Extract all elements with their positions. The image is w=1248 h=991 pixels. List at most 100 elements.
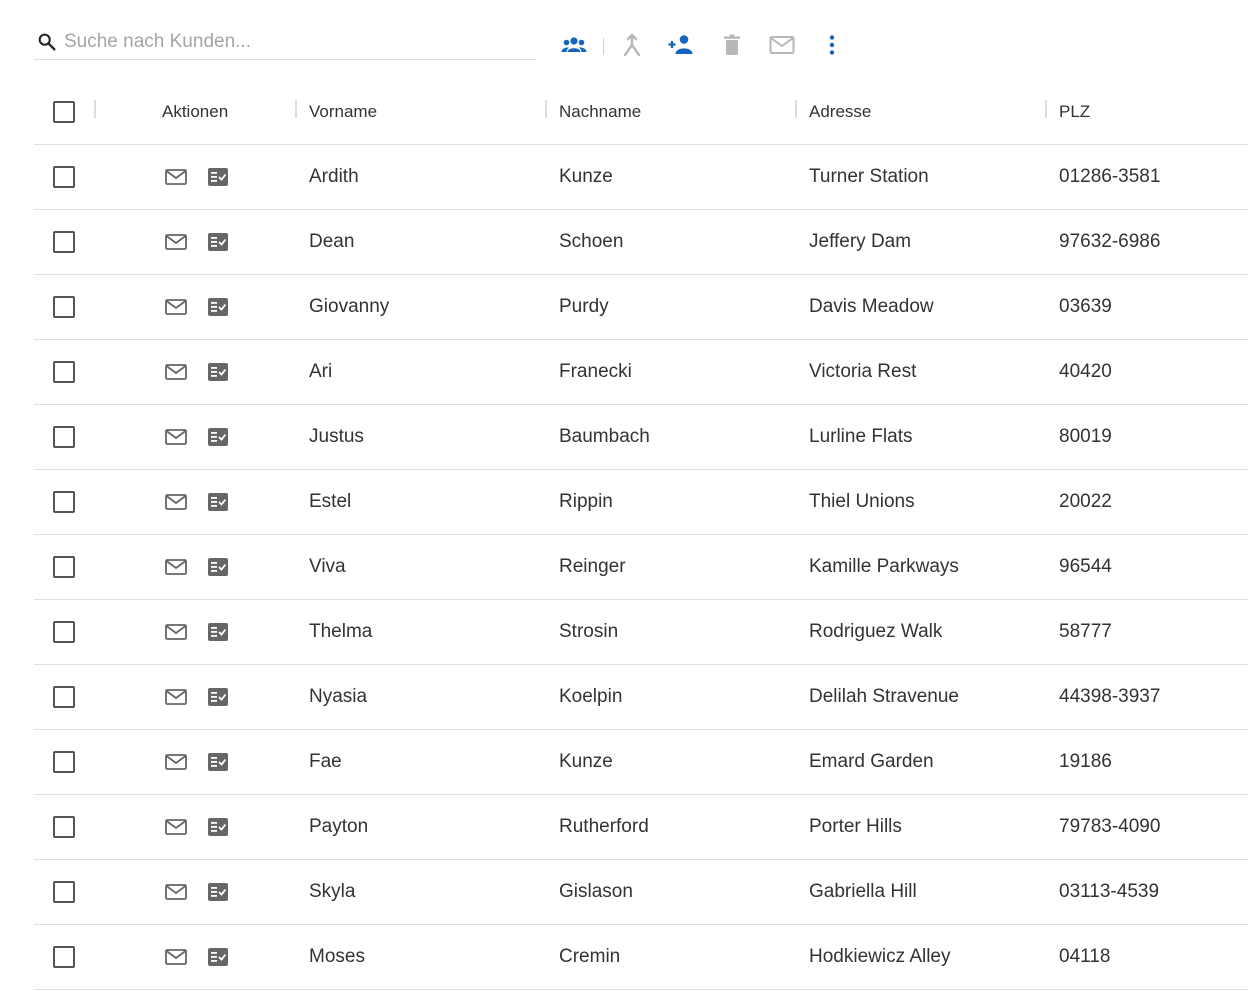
cell-adresse: Thiel Unions bbox=[809, 491, 915, 512]
send-mail-icon[interactable] bbox=[164, 555, 188, 579]
add-customer-button[interactable] bbox=[664, 30, 698, 60]
task-list-icon[interactable] bbox=[206, 880, 230, 904]
send-mail-icon[interactable] bbox=[164, 620, 188, 644]
cell-vorname: Ari bbox=[309, 361, 333, 382]
task-list-icon[interactable] bbox=[206, 360, 230, 384]
task-list-icon[interactable] bbox=[206, 295, 230, 319]
task-list-icon[interactable] bbox=[206, 945, 230, 969]
table-row[interactable]: Skyla Gislason Gabriella Hill 03113-4539 bbox=[34, 860, 1248, 925]
table-row[interactable]: Dean Schoen Jeffery Dam 97632-6986 bbox=[34, 210, 1248, 275]
cell-plz: 01286-3581 bbox=[1059, 166, 1161, 187]
cell-adresse: Kamille Parkways bbox=[809, 556, 959, 577]
delete-icon bbox=[724, 34, 740, 55]
column-header-adresse[interactable]: Adresse bbox=[809, 80, 871, 144]
select-all-checkbox[interactable] bbox=[53, 101, 75, 123]
table-row[interactable]: Ari Franecki Victoria Rest 40420 bbox=[34, 340, 1248, 405]
task-list-icon[interactable] bbox=[206, 555, 230, 579]
row-checkbox[interactable] bbox=[53, 231, 75, 253]
cell-adresse: Victoria Rest bbox=[809, 361, 917, 382]
group-button[interactable] bbox=[557, 30, 591, 60]
cell-vorname: Estel bbox=[309, 491, 352, 512]
cell-adresse: Gabriella Hill bbox=[809, 881, 917, 902]
cell-nachname: Schoen bbox=[559, 231, 624, 252]
send-mail-icon[interactable] bbox=[164, 490, 188, 514]
row-checkbox[interactable] bbox=[53, 556, 75, 578]
row-checkbox[interactable] bbox=[53, 946, 75, 968]
row-checkbox[interactable] bbox=[53, 881, 75, 903]
row-checkbox[interactable] bbox=[53, 296, 75, 318]
send-mail-icon[interactable] bbox=[164, 815, 188, 839]
row-actions bbox=[164, 210, 248, 274]
column-header-aktionen[interactable]: Aktionen bbox=[162, 80, 228, 144]
send-mail-icon[interactable] bbox=[164, 945, 188, 969]
send-mail-icon[interactable] bbox=[164, 880, 188, 904]
more-button[interactable] bbox=[815, 30, 849, 60]
table-row[interactable]: Giovanny Purdy Davis Meadow 03639 bbox=[34, 275, 1248, 340]
row-checkbox[interactable] bbox=[53, 816, 75, 838]
cell-adresse: Jeffery Dam bbox=[809, 231, 912, 252]
task-list-icon[interactable] bbox=[206, 425, 230, 449]
table-row[interactable]: Justus Baumbach Lurline Flats 80019 bbox=[34, 405, 1248, 470]
search-input[interactable] bbox=[64, 30, 504, 53]
row-actions bbox=[164, 925, 248, 989]
row-checkbox[interactable] bbox=[53, 686, 75, 708]
delete-button[interactable] bbox=[715, 30, 749, 60]
table-row[interactable]: Moses Cremin Hodkiewicz Alley 04118 bbox=[34, 925, 1248, 990]
task-list-icon[interactable] bbox=[206, 685, 230, 709]
toolbar-divider bbox=[603, 38, 604, 55]
row-checkbox[interactable] bbox=[53, 361, 75, 383]
task-list-icon[interactable] bbox=[206, 620, 230, 644]
cell-adresse: Delilah Stravenue bbox=[809, 686, 959, 707]
cell-vorname: Moses bbox=[309, 946, 365, 967]
column-header-vorname[interactable]: Vorname bbox=[309, 80, 377, 144]
send-mail-icon[interactable] bbox=[164, 230, 188, 254]
mail-button[interactable] bbox=[765, 30, 799, 60]
column-separator[interactable] bbox=[295, 100, 297, 118]
row-checkbox[interactable] bbox=[53, 166, 75, 188]
column-separator[interactable] bbox=[1045, 100, 1047, 118]
column-separator[interactable] bbox=[94, 100, 96, 118]
table-row[interactable]: Viva Reinger Kamille Parkways 96544 bbox=[34, 535, 1248, 600]
cell-adresse: Hodkiewicz Alley bbox=[809, 946, 951, 967]
merge-button[interactable] bbox=[615, 30, 649, 60]
task-list-icon[interactable] bbox=[206, 750, 230, 774]
table-row[interactable]: Thelma Strosin Rodriguez Walk 58777 bbox=[34, 600, 1248, 665]
table-row[interactable]: Ardith Kunze Turner Station 01286-3581 bbox=[34, 145, 1248, 210]
send-mail-icon[interactable] bbox=[164, 295, 188, 319]
cell-vorname: Ardith bbox=[309, 166, 359, 187]
table-row[interactable]: Nyasia Koelpin Delilah Stravenue 44398-3937 bbox=[34, 665, 1248, 730]
task-list-icon[interactable] bbox=[206, 230, 230, 254]
group-icon bbox=[561, 37, 587, 52]
row-actions bbox=[164, 860, 248, 924]
column-header-plz[interactable]: PLZ bbox=[1059, 80, 1090, 144]
send-mail-icon[interactable] bbox=[164, 360, 188, 384]
cell-plz: 58777 bbox=[1059, 621, 1112, 642]
send-mail-icon[interactable] bbox=[164, 165, 188, 189]
row-checkbox[interactable] bbox=[53, 491, 75, 513]
table-row[interactable]: Payton Rutherford Porter Hills 79783-4090 bbox=[34, 795, 1248, 860]
cell-nachname: Rutherford bbox=[559, 816, 649, 837]
table-row[interactable]: Estel Rippin Thiel Unions 20022 bbox=[34, 470, 1248, 535]
row-checkbox[interactable] bbox=[53, 621, 75, 643]
cell-nachname: Franecki bbox=[559, 361, 632, 382]
cell-nachname: Strosin bbox=[559, 621, 619, 642]
task-list-icon[interactable] bbox=[206, 815, 230, 839]
send-mail-icon[interactable] bbox=[164, 685, 188, 709]
more-vert-icon bbox=[829, 35, 835, 55]
send-mail-icon[interactable] bbox=[164, 750, 188, 774]
cell-plz: 80019 bbox=[1059, 426, 1112, 447]
task-list-icon[interactable] bbox=[206, 165, 230, 189]
table-row[interactable]: Fae Kunze Emard Garden 19186 bbox=[34, 730, 1248, 795]
cell-nachname: Baumbach bbox=[559, 426, 650, 447]
cell-nachname: Purdy bbox=[559, 296, 609, 317]
cell-nachname: Kunze bbox=[559, 166, 613, 187]
row-checkbox[interactable] bbox=[53, 426, 75, 448]
send-mail-icon[interactable] bbox=[164, 425, 188, 449]
task-list-icon[interactable] bbox=[206, 490, 230, 514]
column-separator[interactable] bbox=[795, 100, 797, 118]
mail-icon bbox=[769, 36, 795, 54]
row-checkbox[interactable] bbox=[53, 751, 75, 773]
column-separator[interactable] bbox=[545, 100, 547, 118]
cell-nachname: Reinger bbox=[559, 556, 626, 577]
column-header-nachname[interactable]: Nachname bbox=[559, 80, 641, 144]
